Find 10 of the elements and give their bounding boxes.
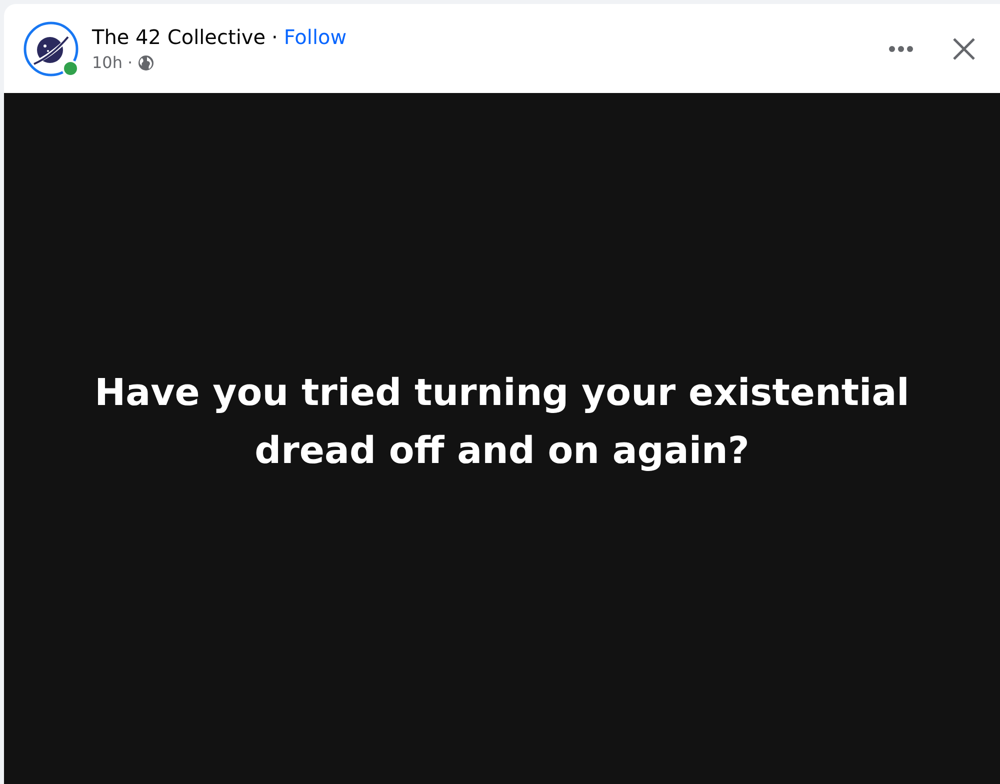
follow-link[interactable]: Follow	[284, 25, 347, 49]
separator-dot: ·	[128, 53, 133, 72]
globe-icon	[138, 54, 154, 70]
close-icon	[952, 36, 976, 60]
more-dots-icon	[888, 44, 914, 52]
post-time[interactable]: 10h	[92, 53, 122, 72]
planet-avatar-icon[interactable]	[22, 20, 80, 78]
author-name[interactable]: The 42 Collective	[92, 25, 266, 49]
post-text: Have you tried turning your existential dread off and on again?	[94, 370, 910, 474]
separator-dot: ·	[272, 25, 278, 49]
